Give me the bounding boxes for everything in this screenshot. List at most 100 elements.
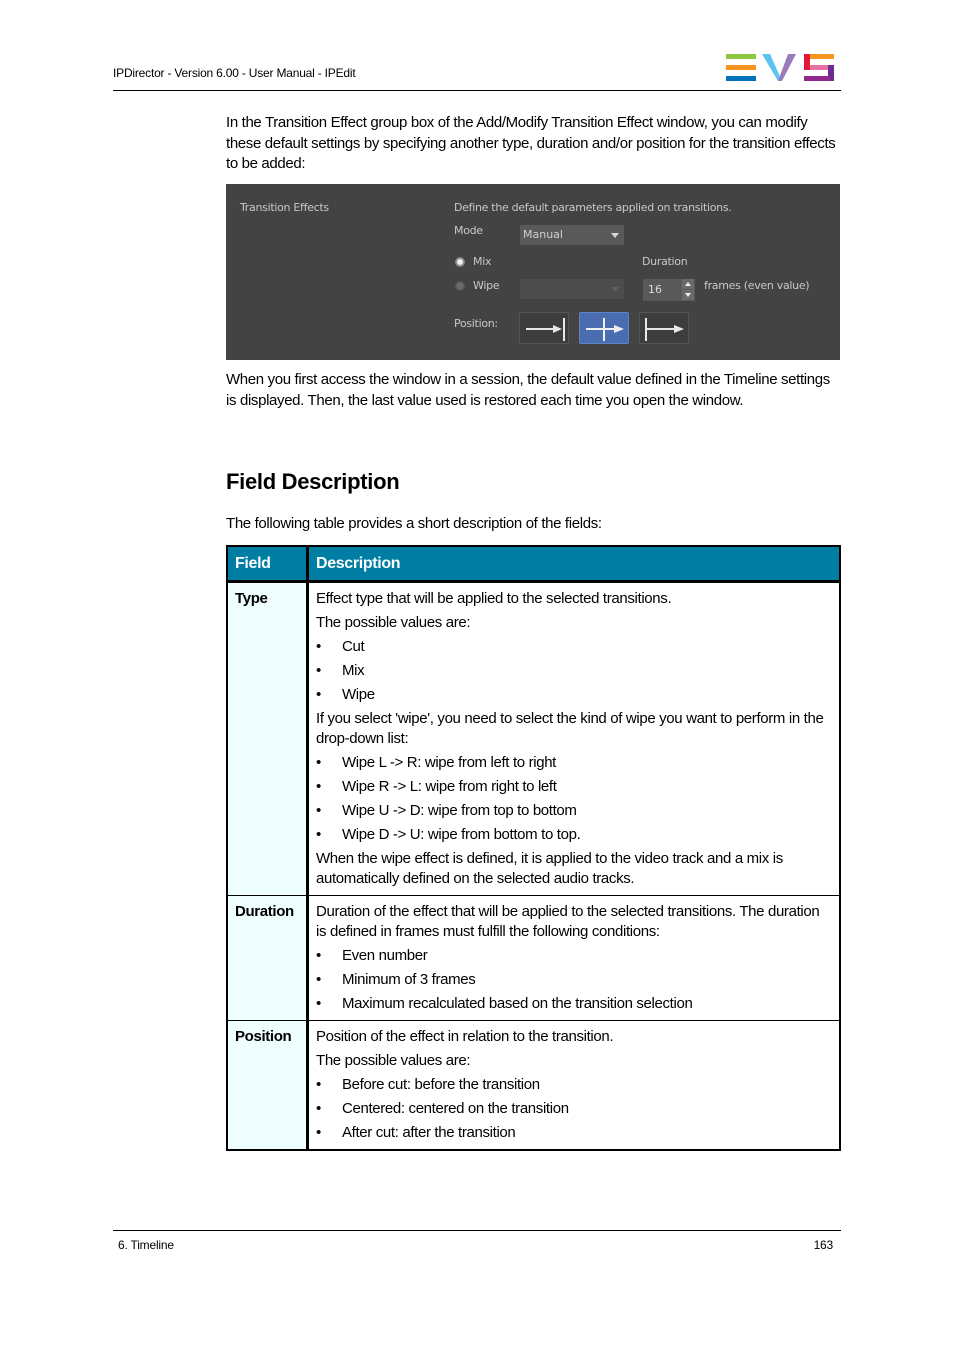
position-label: Position:	[454, 317, 498, 330]
description-text: The possible values are:	[316, 1052, 471, 1069]
logo-s-bottom	[804, 76, 830, 81]
table-intro: The following table provides a short des…	[226, 515, 602, 532]
bullet-item: • After cut: after the transition	[316, 1123, 832, 1143]
table-header-row: Field Description	[226, 545, 841, 582]
column-header-description: Description	[307, 545, 841, 582]
bullet-item: • Centered: centered on the transition	[316, 1099, 832, 1119]
footer-rule	[113, 1230, 841, 1231]
section-title: Field Description	[226, 469, 400, 494]
logo-e-bottom-bar	[726, 76, 756, 81]
increment-button[interactable]	[682, 279, 694, 289]
duration-unit-label: frames (even value)	[704, 279, 810, 292]
bullet-text: Wipe R -> L: wipe from right to left	[342, 778, 557, 795]
bullet-text: Maximum recalculated based on the transi…	[342, 995, 693, 1012]
position-before-cut-button[interactable]	[519, 312, 569, 344]
arrow-up-icon	[685, 282, 691, 286]
wipe-label: Wipe	[473, 279, 500, 292]
bullet-item: • Before cut: before the transition	[316, 1075, 832, 1095]
after-cut-icon	[645, 318, 684, 341]
duration-value: 16	[648, 283, 662, 296]
bullet-item: • Wipe L -> R: wipe from left to right	[316, 753, 832, 773]
header-rule	[113, 90, 841, 91]
table-row: Type Effect type that will be applied to …	[226, 581, 841, 896]
footer-chapter: 6. Timeline	[118, 1238, 174, 1252]
chevron-down-icon	[611, 233, 619, 238]
bullet-item: • Mix	[316, 661, 832, 681]
bullet-item: • Wipe R -> L: wipe from right to left	[316, 777, 832, 797]
field-name-cell: Type	[226, 581, 309, 896]
bullet-text: Wipe U -> D: wipe from top to bottom	[342, 802, 577, 819]
mix-radio[interactable]	[455, 257, 465, 267]
bullet-item: • Wipe U -> D: wipe from top to bottom	[316, 801, 832, 821]
logo-e-top-bar	[726, 54, 756, 59]
intro-paragraph: In the Transition Effect group box of th…	[226, 114, 836, 172]
description-text: If you select 'wipe', you need to select…	[316, 710, 824, 747]
bullet-item: • Cut	[316, 637, 832, 657]
bullet-icon: •	[316, 662, 321, 679]
logo-s-mid	[810, 65, 830, 70]
logo-v-right	[778, 54, 796, 81]
bullet-item: • Minimum of 3 frames	[316, 970, 832, 990]
mix-label: Mix	[473, 255, 492, 268]
bullet-text: Wipe	[342, 686, 375, 703]
bullet-text: Centered: centered on the transition	[342, 1100, 569, 1117]
bullet-text: Even number	[342, 947, 428, 964]
field-name-cell: Duration	[226, 895, 309, 1021]
field-name-cell: Position	[226, 1020, 309, 1151]
position-centered-button[interactable]	[579, 312, 629, 344]
duration-stepper[interactable]: 16	[643, 279, 695, 301]
evs-logo	[726, 54, 834, 81]
bullet-icon: •	[316, 802, 321, 819]
bullet-item: • Wipe	[316, 685, 832, 705]
bullet-icon: •	[316, 995, 321, 1012]
mode-label: Mode	[454, 224, 483, 237]
centered-icon	[586, 318, 624, 341]
default-value-paragraph: When you first access the window in a se…	[226, 371, 830, 409]
arrow-down-icon	[685, 293, 691, 297]
bullet-icon: •	[316, 638, 321, 655]
field-description-table: Field Description Type Effect type that w…	[226, 545, 841, 1151]
duration-label: Duration	[642, 255, 688, 268]
logo-v-left	[762, 54, 782, 81]
page-number: 163	[813, 1238, 834, 1252]
bullet-icon: •	[316, 1076, 321, 1093]
group-description: Define the default parameters applied on…	[454, 201, 732, 214]
bullet-icon: •	[316, 778, 321, 795]
table-row: Position Position of the effect in relati…	[226, 1020, 841, 1151]
bullet-icon: •	[316, 971, 321, 988]
bullet-text: Cut	[342, 638, 365, 655]
bullet-icon: •	[316, 1100, 321, 1117]
bullet-icon: •	[316, 754, 321, 771]
bullet-icon: •	[316, 826, 321, 843]
mode-value: Manual	[523, 228, 563, 241]
bullet-item: • Even number	[316, 946, 832, 966]
description-text: When the wipe effect is defined, it is a…	[316, 850, 783, 887]
table-row: Duration Duration of the effect that will…	[226, 895, 841, 1021]
wipe-radio[interactable]	[455, 281, 465, 291]
bullet-text: Before cut: before the transition	[342, 1076, 540, 1093]
wipe-type-dropdown[interactable]	[520, 279, 624, 299]
bullet-item: • Wipe D -> U: wipe from bottom to top.	[316, 825, 832, 845]
before-cut-icon	[526, 318, 565, 341]
logo-s-top-left	[804, 54, 810, 70]
transition-effects-screenshot: Transition Effects Define the default pa…	[226, 184, 840, 360]
bullet-text: After cut: after the transition	[342, 1124, 516, 1141]
field-description-cell: Duration of the effect that will be appl…	[307, 895, 841, 1021]
bullet-text: Wipe D -> U: wipe from bottom to top.	[342, 826, 581, 843]
position-after-cut-button[interactable]	[639, 312, 689, 344]
bullet-text: Mix	[342, 662, 365, 679]
bullet-item: • Maximum recalculated based on the trans…	[316, 994, 832, 1014]
description-text: Effect type that will be applied to the …	[316, 590, 672, 607]
description-text: Position of the effect in relation to th…	[316, 1028, 614, 1045]
field-description-cell: Position of the effect in relation to th…	[307, 1020, 841, 1151]
chevron-down-icon	[611, 287, 619, 292]
bullet-text: Minimum of 3 frames	[342, 971, 476, 988]
field-description-cell: Effect type that will be applied to the …	[307, 581, 841, 896]
column-header-field: Field	[226, 545, 309, 582]
decrement-button[interactable]	[682, 290, 694, 300]
description-text: The possible values are:	[316, 614, 471, 631]
bullet-text: Wipe L -> R: wipe from left to right	[342, 754, 557, 771]
mode-dropdown[interactable]: Manual	[520, 225, 624, 245]
description-text: Duration of the effect that will be appl…	[316, 903, 820, 940]
bullet-icon: •	[316, 947, 321, 964]
